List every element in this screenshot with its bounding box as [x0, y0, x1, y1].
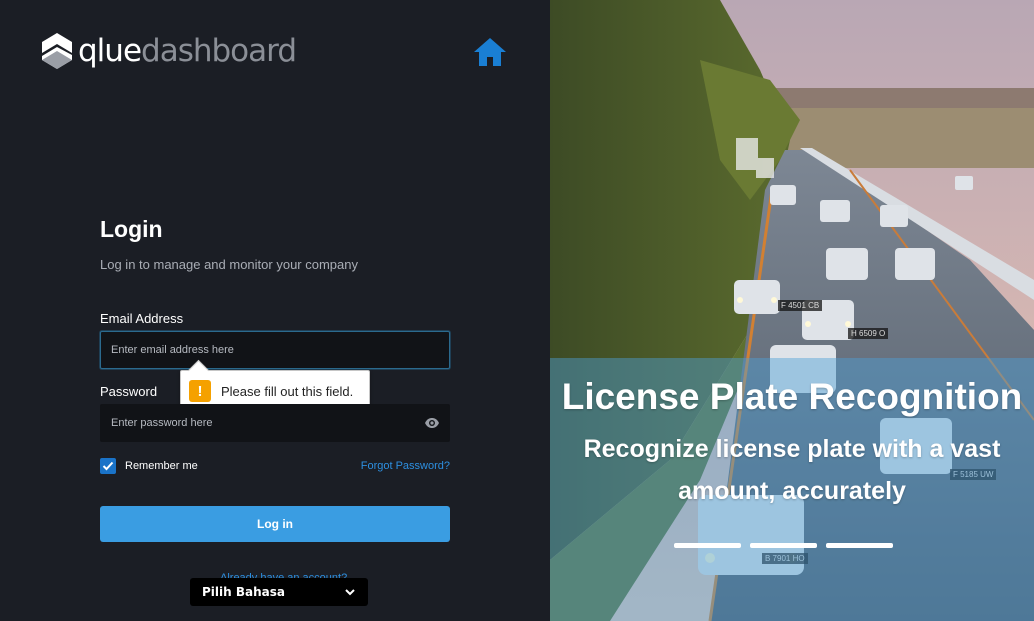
language-selector-label: Pilih Bahasa [202, 585, 285, 599]
page-subtitle: Log in to manage and monitor your compan… [100, 257, 358, 272]
plate-label: H 6509 O [848, 328, 889, 339]
chevron-down-icon [345, 589, 355, 596]
validation-message: Please fill out this field. [221, 383, 354, 399]
page-title: Login [100, 216, 163, 242]
login-header: Login Log in to manage and monitor your … [100, 216, 450, 272]
password-field[interactable] [100, 404, 450, 442]
forgot-password-link[interactable]: Forgot Password? [361, 460, 450, 472]
warning-icon: ! [189, 380, 211, 402]
check-icon [102, 461, 114, 471]
qlue-logo-mark-icon [42, 33, 72, 69]
logo-wordmark: qluedashboard [78, 32, 297, 69]
show-password-icon[interactable] [424, 416, 440, 430]
hero-title: License Plate Recognition [561, 376, 1023, 417]
hero-subtitle: Recognize license plate with a vast amou… [583, 435, 1001, 505]
home-button[interactable] [472, 35, 508, 69]
email-field[interactable] [100, 331, 450, 369]
qlue-logo: qluedashboard [40, 30, 297, 72]
home-icon [474, 38, 506, 66]
logo-part-qlue: qlue [78, 32, 142, 69]
carousel-indicators [674, 543, 893, 548]
email-label: Email Address [100, 311, 184, 326]
remember-me-toggle[interactable]: Remember me [100, 458, 198, 474]
carousel-dot[interactable] [826, 543, 893, 548]
plate-label: F 4501 CB [778, 300, 823, 311]
carousel-dot[interactable] [674, 543, 741, 548]
login-button[interactable]: Log in [100, 506, 450, 542]
password-label: Password [100, 384, 158, 399]
language-selector[interactable]: Pilih Bahasa [190, 578, 368, 606]
hero-panel: F 4501 CB H 6509 O F 5185 UW B 7901 HO L… [550, 0, 1034, 621]
carousel-dot[interactable] [750, 543, 817, 548]
login-panel: qluedashboard Login Log in to manage and… [0, 0, 550, 621]
remember-me-label: Remember me [125, 460, 198, 472]
remember-me-checkbox[interactable] [100, 458, 116, 474]
logo-part-dashboard: dashboard [141, 32, 297, 69]
